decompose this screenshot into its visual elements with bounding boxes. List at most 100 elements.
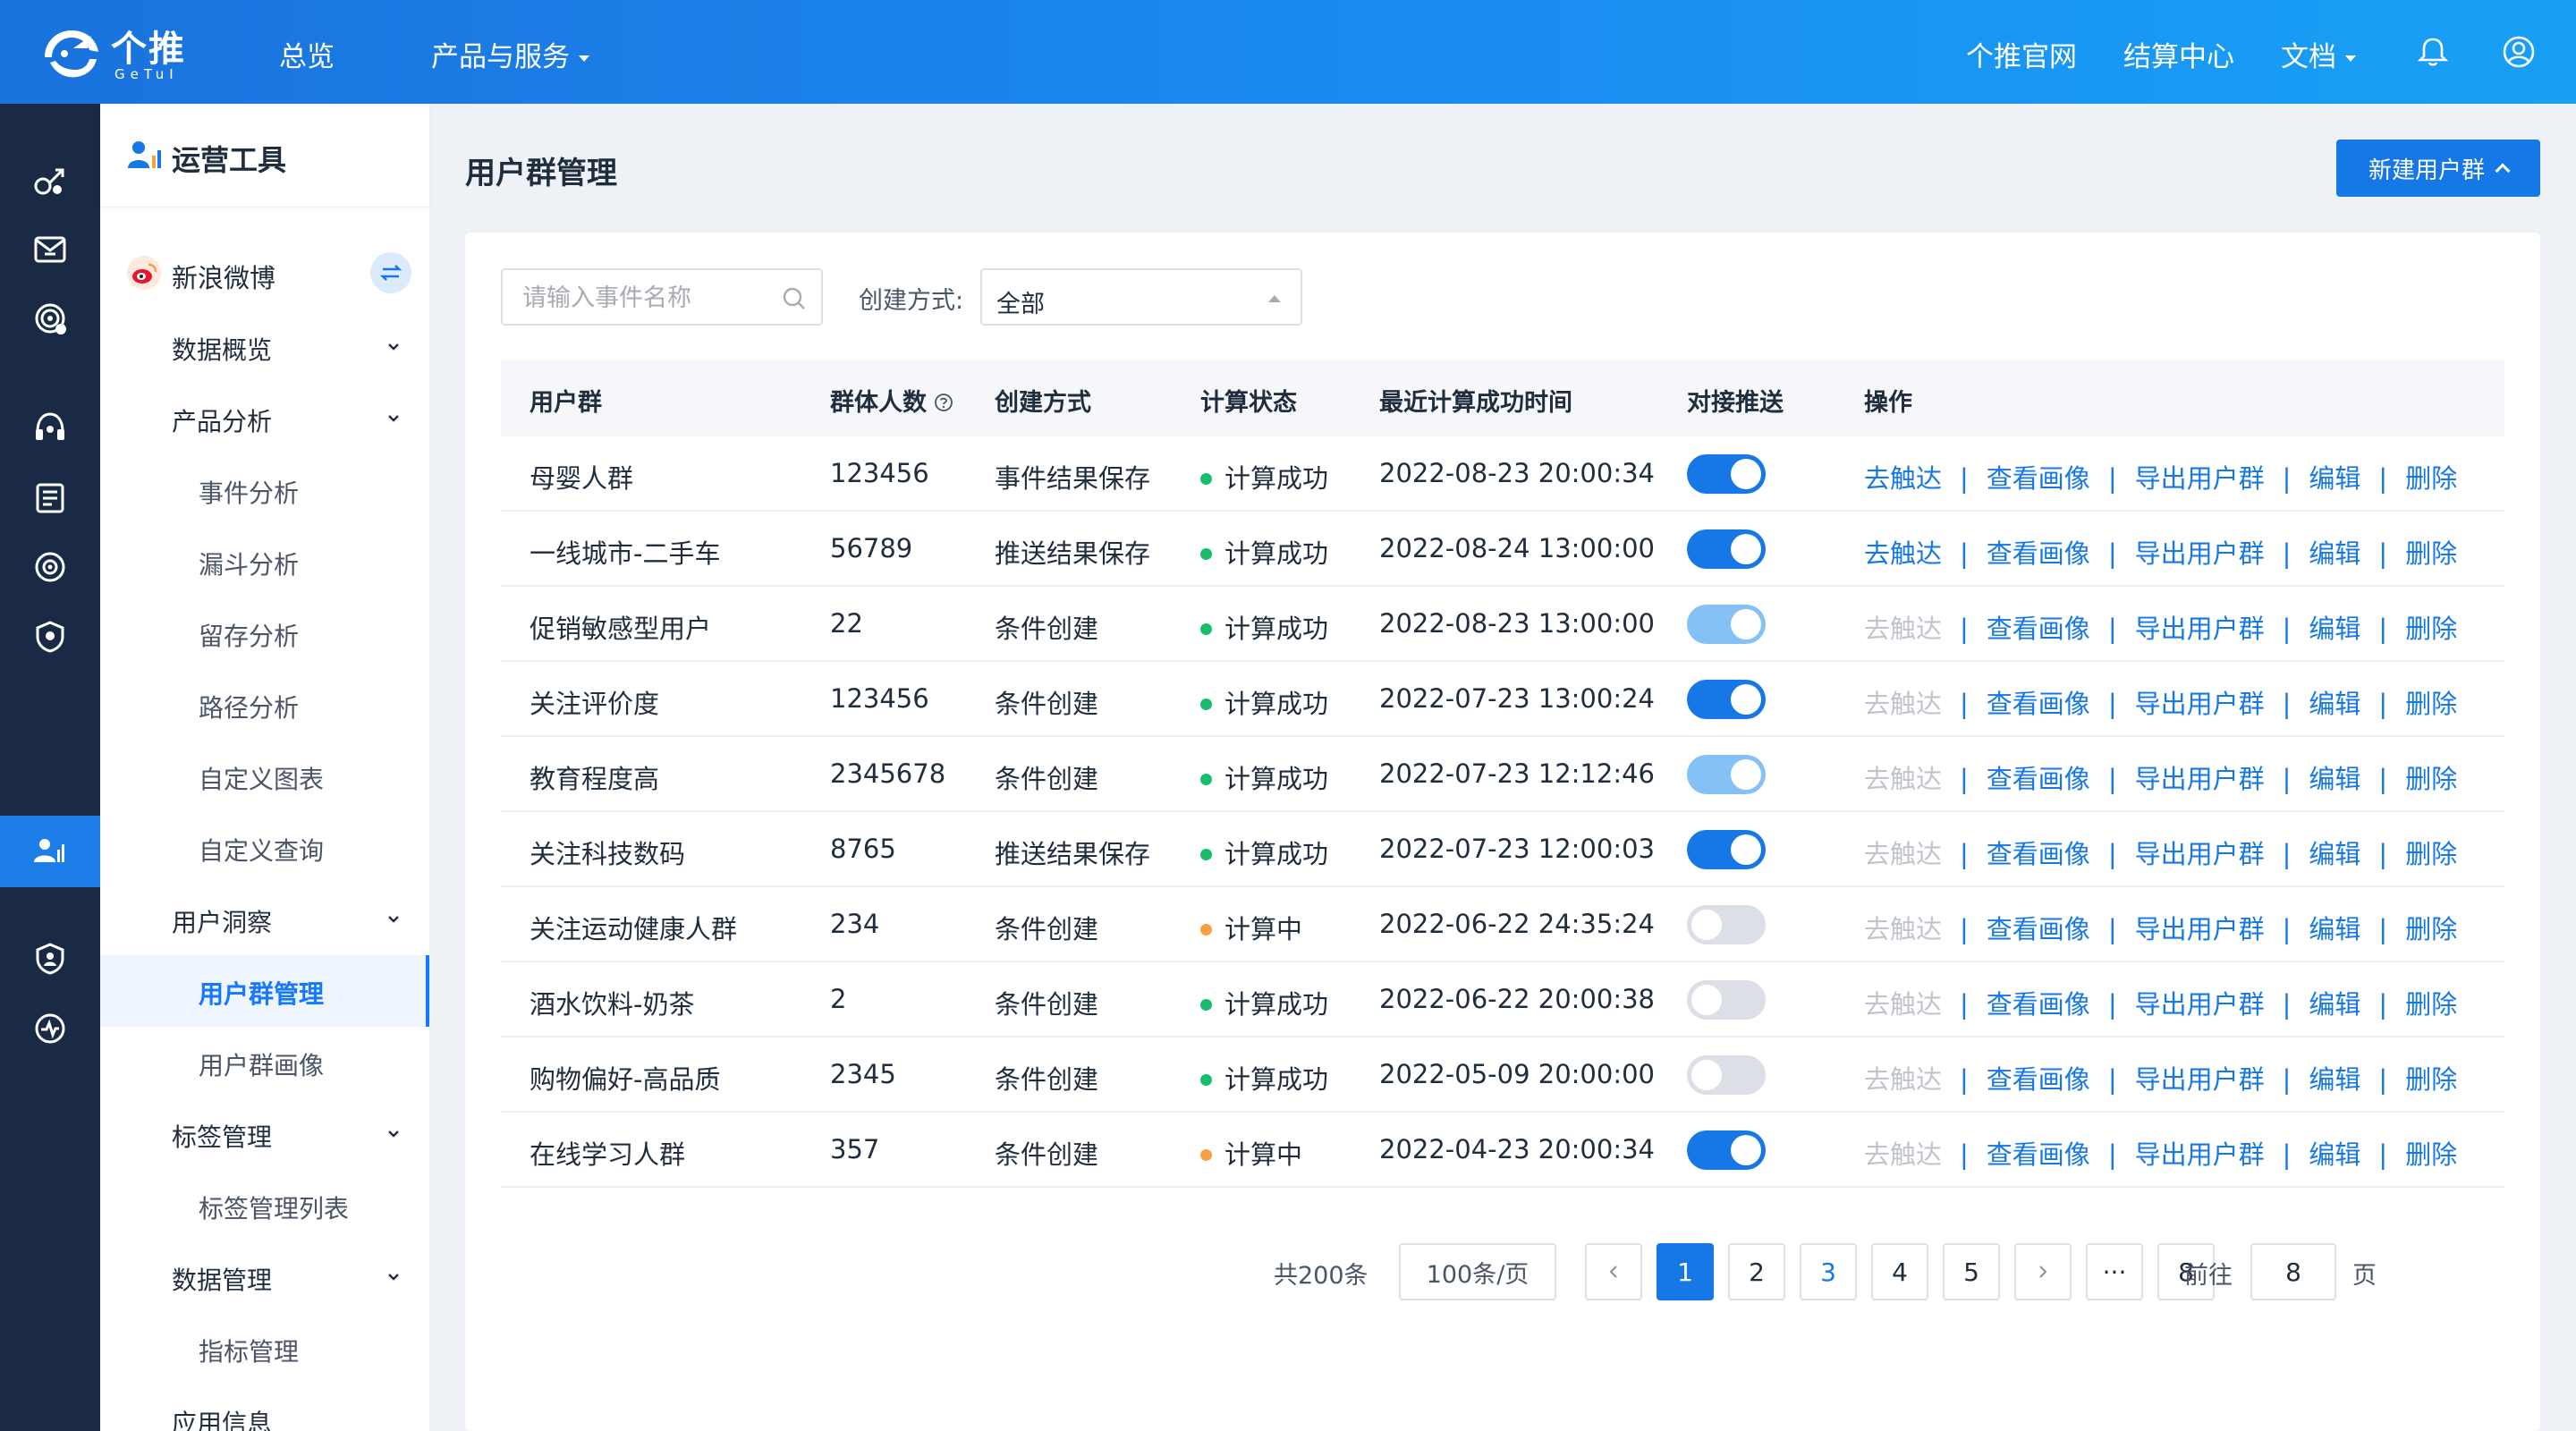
- export-link[interactable]: 导出用户群: [2135, 1139, 2265, 1170]
- sidebar-item-12[interactable]: 标签管理列表: [100, 1170, 429, 1241]
- delete-link[interactable]: 删除: [2405, 989, 2457, 1020]
- page-button[interactable]: 3: [1800, 1243, 1857, 1300]
- support-icon[interactable]: [30, 408, 70, 447]
- view-profile-link[interactable]: 查看画像: [1987, 914, 2090, 944]
- push-toggle[interactable]: [1687, 529, 1766, 569]
- edit-link[interactable]: 编辑: [2309, 463, 2360, 494]
- view-profile-link[interactable]: 查看画像: [1987, 1064, 2090, 1095]
- new-user-group-button[interactable]: 新建用户群: [2336, 140, 2540, 197]
- page-button[interactable]: 4: [1871, 1243, 1928, 1300]
- sidebar-item-4[interactable]: 留存分析: [100, 597, 429, 669]
- sidebar-item-11[interactable]: 标签管理: [100, 1098, 429, 1170]
- goto-page-input[interactable]: [2250, 1243, 2336, 1300]
- edit-link[interactable]: 编辑: [2309, 1064, 2360, 1095]
- view-profile-link[interactable]: 查看画像: [1987, 839, 2090, 869]
- creation-method-select[interactable]: 全部: [980, 268, 1302, 326]
- export-link[interactable]: 导出用户群: [2135, 914, 2265, 944]
- reach-link[interactable]: 去触达: [1864, 463, 1942, 494]
- delete-link[interactable]: 删除: [2405, 1064, 2457, 1095]
- export-link[interactable]: 导出用户群: [2135, 463, 2265, 494]
- export-link[interactable]: 导出用户群: [2135, 614, 2265, 644]
- nav-products[interactable]: 产品与服务: [431, 34, 589, 74]
- edit-link[interactable]: 编辑: [2309, 989, 2360, 1020]
- nav-docs[interactable]: 文档: [2281, 34, 2356, 74]
- getui-logo[interactable]: 个推 GeTuI: [38, 18, 199, 86]
- prev-page-button[interactable]: [1585, 1243, 1642, 1300]
- sidebar-item-15[interactable]: 应用信息: [100, 1384, 429, 1431]
- sidebar-item-8[interactable]: 用户洞察: [100, 884, 429, 955]
- sidebar-item-9[interactable]: 用户群管理: [100, 955, 429, 1027]
- report-icon[interactable]: [30, 478, 70, 517]
- sidebar-item-3[interactable]: 漏斗分析: [100, 526, 429, 597]
- sidebar-item-6[interactable]: 自定义图表: [100, 741, 429, 812]
- edit-link[interactable]: 编辑: [2309, 914, 2360, 944]
- page-button[interactable]: 5: [1943, 1243, 2000, 1300]
- push-toggle[interactable]: [1687, 905, 1766, 944]
- page-button[interactable]: 2: [1728, 1243, 1785, 1300]
- edit-link[interactable]: 编辑: [2309, 689, 2360, 719]
- monitor-icon[interactable]: [30, 1009, 70, 1048]
- delete-link[interactable]: 删除: [2405, 538, 2457, 569]
- view-profile-link[interactable]: 查看画像: [1987, 463, 2090, 494]
- push-toggle[interactable]: [1687, 755, 1766, 794]
- push-toggle[interactable]: [1687, 605, 1766, 644]
- edit-link[interactable]: 编辑: [2309, 614, 2360, 644]
- search-input[interactable]: [522, 283, 782, 313]
- export-link[interactable]: 导出用户群: [2135, 538, 2265, 569]
- push-toggle[interactable]: [1687, 980, 1766, 1020]
- push-toggle[interactable]: [1687, 1055, 1766, 1095]
- analytics-icon[interactable]: [30, 159, 70, 199]
- help-icon[interactable]: [934, 393, 953, 412]
- account-shield-icon[interactable]: [30, 939, 70, 978]
- page-size-select[interactable]: 100条/页: [1399, 1243, 1556, 1300]
- delete-link[interactable]: 删除: [2405, 839, 2457, 869]
- delete-link[interactable]: 删除: [2405, 689, 2457, 719]
- shield-icon[interactable]: [30, 617, 70, 656]
- delete-link[interactable]: 删除: [2405, 614, 2457, 644]
- eye-icon[interactable]: [30, 547, 70, 587]
- sidebar-item-13[interactable]: 数据管理: [100, 1241, 429, 1313]
- next-page-button[interactable]: [2014, 1243, 2072, 1300]
- delete-link[interactable]: 删除: [2405, 463, 2457, 494]
- sidebar-item-1[interactable]: 产品分析: [100, 383, 429, 454]
- sidebar-item-10[interactable]: 用户群画像: [100, 1027, 429, 1098]
- edit-link[interactable]: 编辑: [2309, 764, 2360, 794]
- export-link[interactable]: 导出用户群: [2135, 764, 2265, 794]
- page-ellipsis[interactable]: ···: [2086, 1243, 2143, 1300]
- nav-official-site[interactable]: 个推官网: [1966, 34, 2077, 74]
- search-icon[interactable]: [780, 284, 809, 313]
- export-link[interactable]: 导出用户群: [2135, 689, 2265, 719]
- reach-link[interactable]: 去触达: [1864, 538, 1942, 569]
- fingerprint-icon[interactable]: [30, 299, 70, 338]
- page-button[interactable]: 1: [1657, 1243, 1714, 1300]
- view-profile-link[interactable]: 查看画像: [1987, 538, 2090, 569]
- user-group-icon[interactable]: [30, 832, 70, 871]
- nav-overview[interactable]: 总览: [279, 34, 335, 74]
- nav-billing[interactable]: 结算中心: [2123, 34, 2234, 74]
- bell-icon[interactable]: [2415, 34, 2451, 70]
- delete-link[interactable]: 删除: [2405, 914, 2457, 944]
- sidebar-item-14[interactable]: 指标管理: [100, 1313, 429, 1384]
- delete-link[interactable]: 删除: [2405, 1139, 2457, 1170]
- view-profile-link[interactable]: 查看画像: [1987, 764, 2090, 794]
- push-toggle[interactable]: [1687, 680, 1766, 719]
- push-toggle[interactable]: [1687, 1130, 1766, 1170]
- user-avatar-icon[interactable]: [2501, 34, 2537, 70]
- push-toggle[interactable]: [1687, 830, 1766, 869]
- export-link[interactable]: 导出用户群: [2135, 1064, 2265, 1095]
- view-profile-link[interactable]: 查看画像: [1987, 614, 2090, 644]
- edit-link[interactable]: 编辑: [2309, 538, 2360, 569]
- sidebar-item-2[interactable]: 事件分析: [100, 454, 429, 526]
- push-toggle[interactable]: [1687, 454, 1766, 494]
- delete-link[interactable]: 删除: [2405, 764, 2457, 794]
- view-profile-link[interactable]: 查看画像: [1987, 689, 2090, 719]
- edit-link[interactable]: 编辑: [2309, 839, 2360, 869]
- export-link[interactable]: 导出用户群: [2135, 839, 2265, 869]
- edit-link[interactable]: 编辑: [2309, 1139, 2360, 1170]
- sidebar-item-0[interactable]: 数据概览: [100, 311, 429, 383]
- view-profile-link[interactable]: 查看画像: [1987, 989, 2090, 1020]
- sidebar-item-7[interactable]: 自定义查询: [100, 812, 429, 884]
- view-profile-link[interactable]: 查看画像: [1987, 1139, 2090, 1170]
- sidebar-item-5[interactable]: 路径分析: [100, 669, 429, 741]
- export-link[interactable]: 导出用户群: [2135, 989, 2265, 1020]
